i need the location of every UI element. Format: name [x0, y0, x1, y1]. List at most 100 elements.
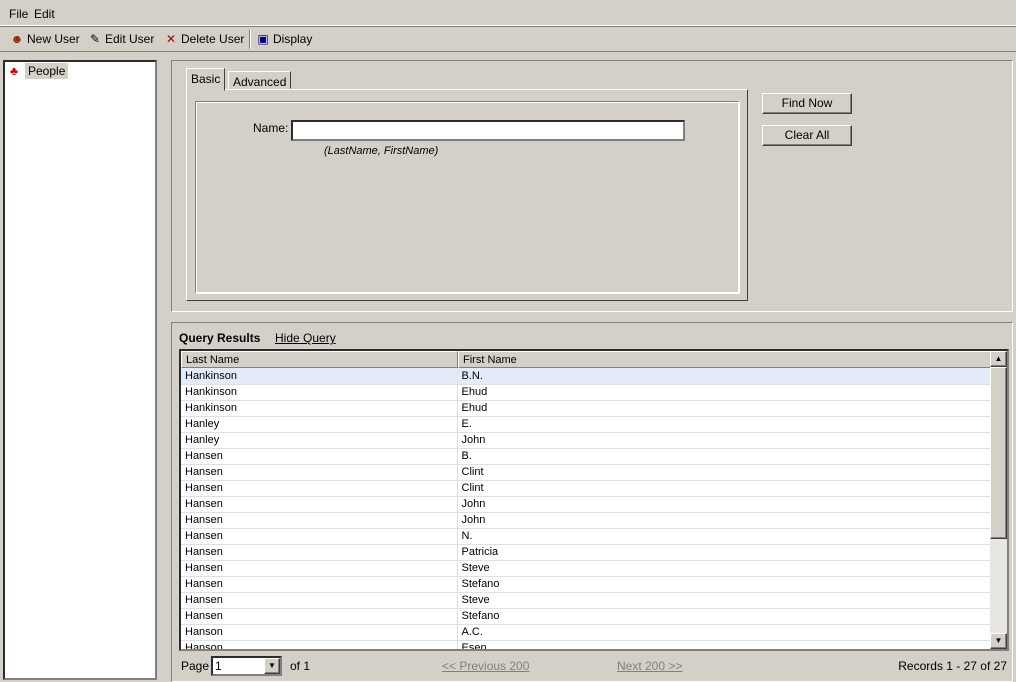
table-row[interactable]: Hansen John: [181, 496, 992, 513]
people-icon: ♣: [10, 64, 18, 78]
cell-first-name: B.N.: [457, 368, 992, 385]
cell-first-name: Steve: [457, 592, 992, 609]
cell-first-name: Clint: [457, 480, 992, 497]
tree-item-label: People: [25, 63, 69, 79]
table-row[interactable]: Hansen John: [181, 512, 992, 529]
menu-edit[interactable]: Edit: [34, 7, 55, 21]
records-count: Records 1 - 27 of 27: [898, 659, 1007, 673]
delete-user-button[interactable]: ✕ Delete User: [164, 32, 244, 46]
page-label: Page: [181, 659, 210, 673]
cell-first-name: Ehud: [457, 384, 992, 401]
name-label: Name:: [253, 121, 289, 135]
scroll-up-button[interactable]: ▲: [990, 351, 1007, 367]
results-rows: Hankinson B.N. Hankinson Ehud Hankinson Ehud H…: [181, 368, 992, 649]
scroll-thumb[interactable]: [990, 367, 1007, 539]
cell-first-name: Stefano: [457, 608, 992, 625]
cell-last-name: Hanley: [181, 432, 458, 449]
name-input[interactable]: [291, 120, 685, 141]
table-row[interactable]: Hankinson B.N.: [181, 368, 992, 385]
cell-first-name: Stefano: [457, 576, 992, 593]
menu-file[interactable]: File: [9, 7, 28, 21]
page-select-value: 1: [215, 659, 222, 673]
new-user-label: New User: [27, 32, 80, 46]
name-hint: (LastName, FirstName): [324, 145, 439, 157]
new-user-icon: ☻: [10, 32, 24, 46]
cell-first-name: A.C.: [457, 624, 992, 641]
page-select[interactable]: 1 ▼: [211, 656, 282, 676]
table-row[interactable]: Hansen Stefano: [181, 576, 992, 593]
table-row[interactable]: Hansen Clint: [181, 480, 992, 497]
clear-all-button[interactable]: Clear All: [762, 125, 852, 146]
cell-first-name: N.: [457, 528, 992, 545]
cell-last-name: Hansen: [181, 544, 458, 561]
menu-bar: File Edit: [0, 0, 1016, 26]
table-row[interactable]: Hanley John: [181, 432, 992, 449]
basic-search-box: Name: (LastName, FirstName): [195, 101, 739, 293]
page-count: of 1: [290, 659, 311, 673]
cell-first-name: John: [457, 432, 992, 449]
toolbar: ☻ New User ✎ Edit User ✕ Delete User ▣ Displ…: [0, 27, 1016, 52]
cell-last-name: Hankinson: [181, 400, 458, 417]
table-row[interactable]: Hanson Esen: [181, 640, 992, 649]
table-row[interactable]: Hansen Steve: [181, 592, 992, 609]
query-panel: Basic Advanced Name: (LastName, FirstNam…: [171, 60, 1013, 312]
table-row[interactable]: Hansen Steve: [181, 560, 992, 577]
cell-last-name: Hansen: [181, 464, 458, 481]
cell-first-name: Steve: [457, 560, 992, 577]
column-header-last-name[interactable]: Last Name: [181, 351, 458, 368]
cell-last-name: Hanson: [181, 624, 458, 641]
tab-page-basic: Name: (LastName, FirstName): [186, 89, 748, 301]
cell-last-name: Hansen: [181, 512, 458, 529]
cell-last-name: Hansen: [181, 592, 458, 609]
cell-last-name: Hansen: [181, 528, 458, 545]
cell-last-name: Hansen: [181, 576, 458, 593]
vertical-scrollbar[interactable]: ▲ ▼: [990, 351, 1007, 649]
table-row[interactable]: Hansen Stefano: [181, 608, 992, 625]
table-row[interactable]: Hanson A.C.: [181, 624, 992, 641]
chevron-down-icon[interactable]: ▼: [264, 658, 280, 674]
cell-last-name: Hankinson: [181, 384, 458, 401]
display-label: Display: [273, 32, 313, 46]
table-row[interactable]: Hansen B.: [181, 448, 992, 465]
cell-first-name: Esen: [457, 640, 992, 649]
edit-user-button[interactable]: ✎ Edit User: [88, 32, 154, 46]
scroll-down-button[interactable]: ▼: [990, 633, 1007, 649]
table-row[interactable]: Hankinson Ehud: [181, 400, 992, 417]
cell-first-name: B.: [457, 448, 992, 465]
toolbar-separator: [249, 30, 251, 49]
table-row[interactable]: Hansen Clint: [181, 464, 992, 481]
table-row[interactable]: Hanley E.: [181, 416, 992, 433]
delete-x-icon: ✕: [165, 32, 177, 46]
table-row[interactable]: Hansen Patricia: [181, 544, 992, 561]
table-row[interactable]: Hansen N.: [181, 528, 992, 545]
edit-user-label: Edit User: [105, 32, 155, 46]
results-title: Query Results: [179, 331, 261, 345]
column-header-first-name[interactable]: First Name: [458, 351, 992, 368]
results-panel: Query Results Hide Query Last Name First…: [171, 322, 1013, 682]
table-row[interactable]: Hankinson Ehud: [181, 384, 992, 401]
results-grid: Last Name First Name Hankinson B.N. Hankin…: [179, 349, 1009, 651]
tab-basic[interactable]: Basic: [186, 68, 226, 91]
cell-last-name: Hanson: [181, 640, 458, 649]
cell-first-name: John: [457, 512, 992, 529]
previous-page-link[interactable]: << Previous 200: [442, 659, 529, 673]
tree-item-people[interactable]: ♣ People: [7, 63, 69, 79]
cell-last-name: Hansen: [181, 448, 458, 465]
hide-query-link[interactable]: Hide Query: [275, 331, 336, 345]
next-page-link[interactable]: Next 200 >>: [617, 659, 682, 673]
display-button[interactable]: ▣ Display: [256, 32, 312, 46]
display-icon: ▣: [257, 32, 269, 46]
find-now-button[interactable]: Find Now: [762, 93, 852, 114]
cell-last-name: Hankinson: [181, 368, 458, 385]
delete-user-label: Delete User: [181, 32, 245, 46]
cell-first-name: E.: [457, 416, 992, 433]
cell-last-name: Hansen: [181, 480, 458, 497]
people-tree[interactable]: ♣ People: [3, 60, 157, 680]
cell-last-name: Hansen: [181, 560, 458, 577]
cell-last-name: Hansen: [181, 496, 458, 513]
cell-first-name: Clint: [457, 464, 992, 481]
tab-advanced[interactable]: Advanced: [228, 71, 292, 89]
cell-first-name: Ehud: [457, 400, 992, 417]
new-user-button[interactable]: ☻ New User: [10, 32, 80, 46]
pencil-icon: ✎: [89, 32, 101, 46]
